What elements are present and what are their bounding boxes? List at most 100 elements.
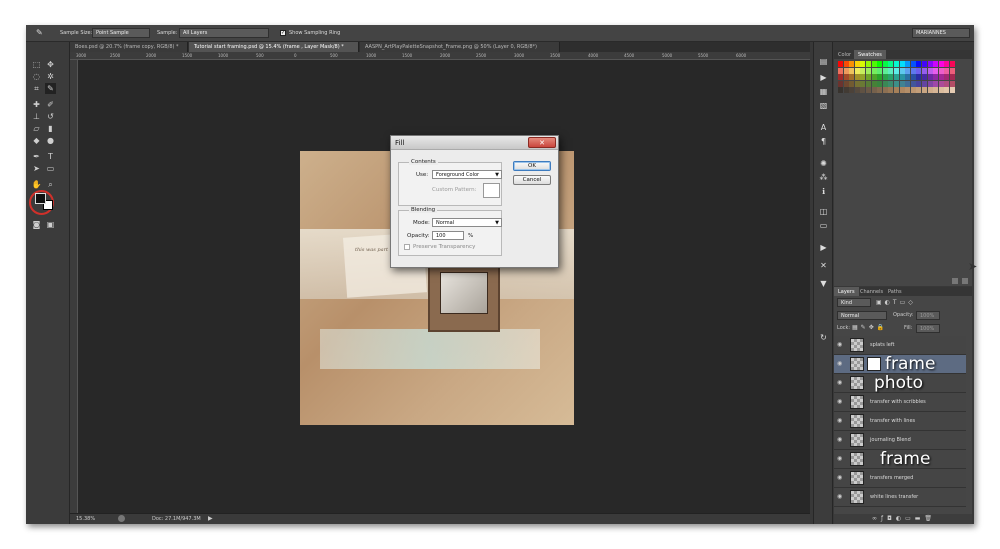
swatch[interactable] [899,87,905,94]
pen-tool-icon[interactable]: ✒ [31,151,42,162]
screen-mode-icon[interactable]: ▣ [45,219,56,230]
cancel-button[interactable]: Cancel [513,175,551,185]
swatch[interactable] [838,87,843,94]
swatch[interactable] [849,61,855,67]
swatch[interactable] [922,87,927,94]
history-brush-tool-icon[interactable]: ↺ [45,111,56,122]
quick-mask-icon[interactable]: ◙ [31,219,42,230]
swatch[interactable] [950,80,955,87]
styles-panel-icon[interactable]: ▧ [818,100,829,111]
tab-layers[interactable]: Layers [834,287,859,296]
sample-select[interactable]: All Layers [179,28,269,38]
swatch[interactable] [905,61,911,67]
layer-row[interactable]: ◉ transfer with scribbles [834,393,966,412]
swatch[interactable] [894,61,899,67]
visibility-eye-icon[interactable]: ◉ [837,379,845,387]
swatch[interactable] [849,67,855,74]
dodge-tool-icon[interactable]: ● [45,135,56,146]
preserve-transparency-checkbox[interactable] [404,244,410,250]
swatch[interactable] [922,61,927,67]
ok-button[interactable]: OK [513,161,551,171]
swatch[interactable] [838,61,843,67]
swatch[interactable] [838,67,843,74]
layer-row[interactable]: ◉ transfers merged [834,469,966,488]
swatch[interactable] [882,74,888,81]
visibility-eye-icon[interactable]: ◉ [837,417,845,425]
swatch[interactable] [854,61,860,67]
swatch[interactable] [944,87,950,94]
visibility-eye-icon[interactable]: ◉ [837,360,845,368]
swatch[interactable] [871,74,877,81]
swatch[interactable] [860,87,866,94]
swatch[interactable] [944,61,950,67]
swatch[interactable] [882,80,888,87]
layer-row[interactable]: ◉ white lines transfer [834,488,966,507]
swatch[interactable] [894,74,899,81]
swatch[interactable] [877,87,883,94]
visibility-eye-icon[interactable]: ◉ [837,436,845,444]
swatch[interactable] [877,74,883,81]
swatch[interactable] [882,67,888,74]
layer-row-selected[interactable]: ◉ frame [834,354,966,374]
clone-stamp-tool-icon[interactable]: ⊥ [31,111,42,122]
layer-row[interactable]: ◉ photo [834,373,966,393]
trash-icon[interactable] [962,278,968,284]
swatch[interactable] [849,74,855,81]
swatch[interactable] [938,80,944,87]
swatch[interactable] [938,87,944,94]
swatch[interactable] [894,80,899,87]
swatch[interactable] [905,80,911,87]
swatch[interactable] [927,67,933,74]
brush-settings-icon[interactable]: ✺ [818,158,829,169]
status-icon[interactable] [118,515,125,522]
swatch[interactable] [922,67,927,74]
brush-tool-icon[interactable]: ✐ [45,99,56,110]
layer-row[interactable]: ◉ transfer with lines [834,412,966,431]
swatch[interactable] [894,67,899,74]
sample-size-select[interactable]: Point Sample [92,28,150,38]
swatch[interactable] [899,61,905,67]
swatch[interactable] [866,87,871,94]
swatch[interactable] [944,67,950,74]
adjust-panel-icon[interactable]: ▦ [818,86,829,97]
shape-tool-icon[interactable]: ▭ [45,163,56,174]
swatch[interactable] [944,80,950,87]
filter-icons[interactable]: ▣◐T▭◇ [876,299,916,306]
layer-filter-kind[interactable]: Kind [837,298,871,307]
canvas-area[interactable]: this was part [78,60,810,513]
swatch[interactable] [854,67,860,74]
opacity-field[interactable]: 100% [916,311,940,320]
swatch[interactable] [916,80,922,87]
marquee-tool-icon[interactable]: ⬚ [31,59,42,70]
swatch[interactable] [938,67,944,74]
swatch[interactable] [882,61,888,67]
swatch[interactable] [843,87,849,94]
swatch[interactable] [888,87,894,94]
swatch[interactable] [882,87,888,94]
navigator-panel-icon[interactable]: ◫ [818,206,829,217]
layer-row[interactable]: ◉ journaling Blend [834,431,966,450]
visibility-eye-icon[interactable]: ◉ [837,398,845,406]
lasso-tool-icon[interactable]: ◌ [31,71,42,82]
tab-paths[interactable]: Paths [884,287,906,296]
swatch[interactable] [927,87,933,94]
workspace-switcher[interactable]: MARIANNES [912,28,970,38]
swatch[interactable] [854,80,860,87]
swatch[interactable] [933,80,939,87]
swatch-grid[interactable] [838,61,962,97]
swatch[interactable] [854,74,860,81]
tab-channels[interactable]: Channels [856,287,887,296]
swatch[interactable] [866,61,871,67]
swatch[interactable] [950,61,955,67]
swatch[interactable] [838,80,843,87]
swatch[interactable] [843,61,849,67]
visibility-eye-icon[interactable]: ◉ [837,493,845,501]
swatch[interactable] [916,74,922,81]
swatch[interactable] [905,67,911,74]
swatch[interactable] [910,61,916,67]
swatch[interactable] [877,67,883,74]
swatch[interactable] [871,67,877,74]
eraser-tool-icon[interactable]: ▱ [31,123,42,134]
swatch[interactable] [854,87,860,94]
swatch[interactable] [860,67,866,74]
